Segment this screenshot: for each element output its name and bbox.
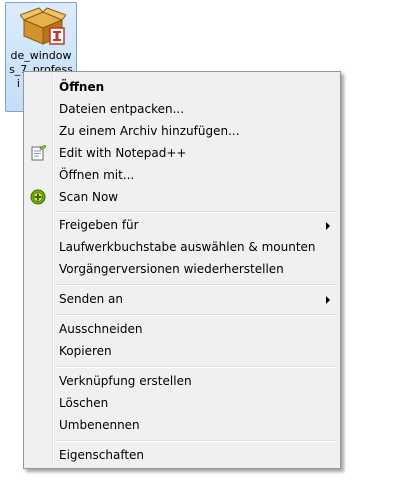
menu-item-rename[interactable]: Umbenennen xyxy=(26,414,338,436)
menu-item-cut[interactable]: Ausschneiden xyxy=(26,318,338,340)
menu-separator xyxy=(54,314,338,316)
menu-item-copy[interactable]: Kopieren xyxy=(26,340,338,362)
menu-item-label: Öffnen mit... xyxy=(59,168,135,182)
menu-item-label: Vorgängerversionen wiederherstellen xyxy=(59,262,284,276)
desktop: de_window s_7_professi on... p1 Öffnen D… xyxy=(0,0,401,480)
menu-separator xyxy=(54,440,338,442)
menu-item-send-to[interactable]: Senden an xyxy=(26,288,338,310)
menu-item-delete[interactable]: Löschen xyxy=(26,392,338,414)
menu-item-create-shortcut[interactable]: Verknüpfung erstellen xyxy=(26,370,338,392)
archive-box-icon xyxy=(20,7,66,45)
scan-shield-icon xyxy=(30,189,46,205)
menu-item-add-to-archive[interactable]: Zu einem Archiv hinzufügen... xyxy=(26,120,338,142)
menu-separator xyxy=(54,366,338,368)
menu-item-label: Scan Now xyxy=(59,190,119,204)
menu-item-label: Löschen xyxy=(59,396,109,410)
submenu-arrow-icon xyxy=(326,296,330,304)
context-menu: Öffnen Dateien entpacken... Zu einem Arc… xyxy=(23,71,341,469)
menu-item-label: Dateien entpacken... xyxy=(59,102,185,116)
menu-item-label: Kopieren xyxy=(59,344,112,358)
notepad-plus-plus-icon xyxy=(31,145,46,161)
menu-item-restore-previous-versions[interactable]: Vorgängerversionen wiederherstellen xyxy=(26,258,338,280)
submenu-arrow-icon xyxy=(326,222,330,230)
menu-item-share-with[interactable]: Freigeben für xyxy=(26,214,338,236)
menu-item-label: Umbenennen xyxy=(59,418,140,432)
menu-separator xyxy=(54,284,338,286)
menu-item-label: Edit with Notepad++ xyxy=(59,146,187,160)
menu-item-mount-drive-letter[interactable]: Laufwerkbuchstabe auswählen & mounten xyxy=(26,236,338,258)
menu-item-label: Eigenschaften xyxy=(59,448,145,462)
menu-item-label: Zu einem Archiv hinzufügen... xyxy=(59,124,240,138)
menu-item-properties[interactable]: Eigenschaften xyxy=(26,444,338,466)
menu-item-extract-files[interactable]: Dateien entpacken... xyxy=(26,98,338,120)
menu-item-open-with[interactable]: Öffnen mit... xyxy=(26,164,338,186)
menu-item-edit-notepadpp[interactable]: Edit with Notepad++ xyxy=(26,142,338,164)
menu-separator xyxy=(54,211,338,213)
menu-item-scan-now[interactable]: Scan Now xyxy=(26,186,338,208)
menu-item-open[interactable]: Öffnen xyxy=(26,76,338,98)
menu-item-label: Ausschneiden xyxy=(59,322,143,336)
menu-item-label: Öffnen xyxy=(59,80,105,94)
menu-item-label: Senden an xyxy=(59,292,123,306)
menu-item-label: Freigeben für xyxy=(59,218,139,232)
menu-item-label: Laufwerkbuchstabe auswählen & mounten xyxy=(59,240,316,254)
menu-item-label: Verknüpfung erstellen xyxy=(59,374,192,388)
